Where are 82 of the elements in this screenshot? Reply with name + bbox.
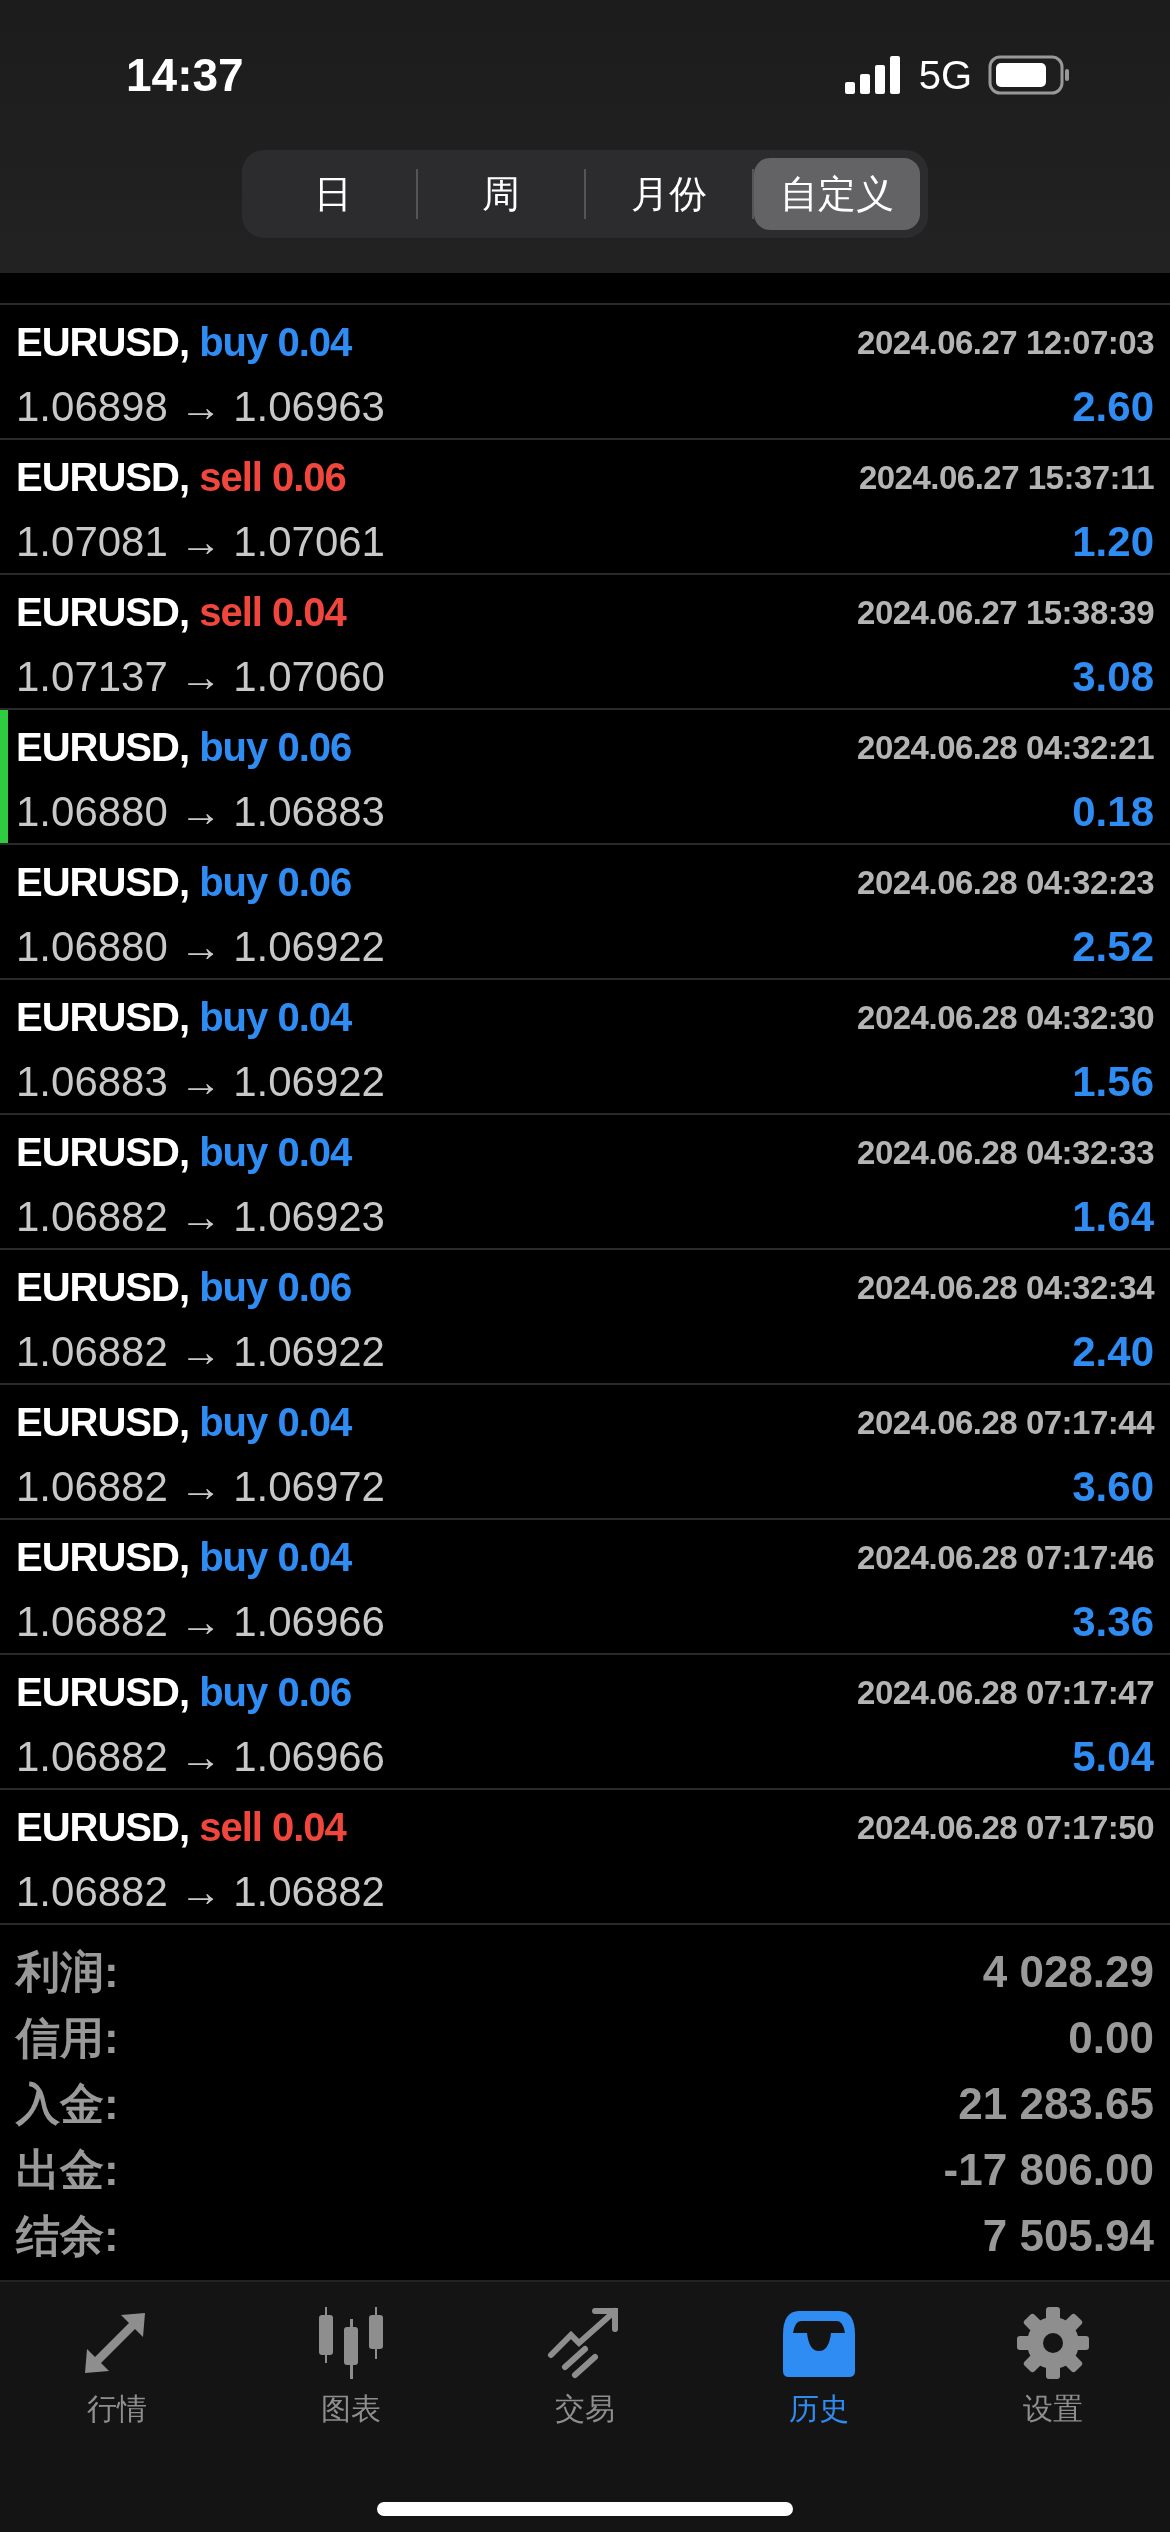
battery-icon (988, 55, 1070, 95)
deal-row[interactable]: EURUSD, sell 0.04 2024.06.28 07:17:50 1.06882 → 1.06882 (0, 1790, 1170, 1925)
summary-label: 结余: (16, 2209, 119, 2262)
tab-bar-item[interactable]: 历史 (702, 2282, 936, 2452)
deal-profit: 1.64 (1072, 1192, 1154, 1241)
deal-profit: 1.20 (1072, 517, 1154, 566)
tab-bar-item[interactable]: 设置 (936, 2282, 1170, 2452)
deal-time: 2024.06.28 07:17:46 (857, 1538, 1154, 1577)
deal-profit: 5.04 (1072, 1732, 1154, 1781)
deal-prices: 1.06882 → 1.06972 (16, 1462, 385, 1511)
network-label: 5G (918, 52, 972, 98)
deal-time: 2024.06.28 07:17:47 (857, 1673, 1154, 1712)
deal-time: 2024.06.28 04:32:23 (857, 863, 1154, 902)
deal-title: EURUSD, sell 0.04 (16, 1805, 346, 1850)
deal-time: 2024.06.28 04:32:21 (857, 728, 1154, 767)
status-time: 14:37 (126, 48, 244, 102)
deal-row[interactable]: EURUSD, sell 0.06 2024.06.27 15:37:11 1.07081 → 1.07061 1.20 (0, 440, 1170, 575)
deal-time: 2024.06.28 04:32:33 (857, 1133, 1154, 1172)
deal-row[interactable]: EURUSD, buy 0.06 2024.06.28 07:17:47 1.06882 → 1.06966 5.04 (0, 1655, 1170, 1790)
deal-row[interactable]: EURUSD, sell 0.04 2024.06.27 15:38:39 1.07137 → 1.07060 3.08 (0, 575, 1170, 710)
period-tab[interactable]: 自定义 (754, 158, 920, 230)
deal-title: EURUSD, buy 0.04 (16, 320, 352, 365)
deal-prices: 1.06882 → 1.06966 (16, 1732, 385, 1781)
deal-row[interactable]: EURUSD, buy 0.06 2024.06.28 04:32:21 1.06880 → 1.06883 0.18 (0, 710, 1170, 845)
summary-label: 出金: (16, 2143, 119, 2196)
deal-row[interactable]: EURUSD, buy 0.04 2024.06.27 12:07:03 1.06898 → 1.06963 2.60 (0, 305, 1170, 440)
deal-row[interactable]: EURUSD, buy 0.06 2024.06.28 04:32:34 1.06882 → 1.06922 2.40 (0, 1250, 1170, 1385)
tab-bar-item[interactable]: 图表 (234, 2282, 468, 2452)
deal-time: 2024.06.27 15:37:11 (858, 458, 1154, 497)
summary-label: 入金: (16, 2077, 119, 2130)
deal-row[interactable]: EURUSD, buy 0.04 2024.06.28 04:32:33 1.06882 → 1.06923 1.64 (0, 1115, 1170, 1250)
deal-prices: 1.07081 → 1.07061 (16, 517, 385, 566)
deal-title: EURUSD, buy 0.06 (16, 860, 352, 905)
summary-value: -17 806.00 (943, 2145, 1154, 2195)
deal-row[interactable]: EURUSD, buy 0.06 2024.06.28 04:32:23 1.06880 → 1.06922 2.52 (0, 845, 1170, 980)
deal-title: EURUSD, buy 0.06 (16, 725, 352, 770)
deal-time: 2024.06.27 12:07:03 (857, 323, 1154, 362)
summary-label: 信用: (16, 2011, 119, 2064)
deal-profit: 2.60 (1072, 382, 1154, 431)
deal-title: EURUSD, buy 0.06 (16, 1670, 352, 1715)
deal-prices: 1.06882 → 1.06966 (16, 1597, 385, 1646)
deal-profit: 3.60 (1072, 1462, 1154, 1511)
deal-time: 2024.06.28 04:32:30 (857, 998, 1154, 1037)
deal-time: 2024.06.27 15:38:39 (857, 593, 1154, 632)
period-tab[interactable]: 月份 (586, 158, 752, 230)
deal-prices: 1.06898 → 1.06963 (16, 382, 385, 431)
deal-title: EURUSD, buy 0.04 (16, 1400, 352, 1445)
summary-value: 7 505.94 (982, 2211, 1154, 2261)
deal-row[interactable]: EURUSD, buy 0.04 2024.06.28 07:17:46 1.06882 → 1.06966 3.36 (0, 1520, 1170, 1655)
deal-row[interactable]: EURUSD, buy 0.04 2024.06.28 07:17:44 1.06882 → 1.06972 3.60 (0, 1385, 1170, 1520)
deal-profit: 1.56 (1072, 1057, 1154, 1106)
deal-prices: 1.06880 → 1.06883 (16, 787, 385, 836)
deal-title: EURUSD, buy 0.04 (16, 1535, 352, 1580)
deal-time: 2024.06.28 07:17:50 (857, 1808, 1154, 1847)
deal-prices: 1.06880 → 1.06922 (16, 922, 385, 971)
deal-title: EURUSD, buy 0.06 (16, 1265, 352, 1310)
deal-prices: 1.06882 → 1.06923 (16, 1192, 385, 1241)
deal-time: 2024.06.28 07:17:44 (857, 1403, 1154, 1442)
deal-title: EURUSD, sell 0.06 (16, 455, 346, 500)
summary-value: 4 028.29 (982, 1947, 1154, 1997)
tab-bar-item[interactable]: 交易 (468, 2282, 702, 2452)
period-tab[interactable]: 日 (250, 158, 416, 230)
deal-prices: 1.06882 → 1.06882 (16, 1867, 385, 1916)
deal-profit: 2.40 (1072, 1327, 1154, 1376)
deal-prices: 1.06883 → 1.06922 (16, 1057, 385, 1106)
deal-prices: 1.07137 → 1.07060 (16, 652, 385, 701)
summary-value: 21 283.65 (958, 2079, 1154, 2129)
deal-title: EURUSD, buy 0.04 (16, 1130, 352, 1175)
deal-profit: 3.36 (1072, 1597, 1154, 1646)
deal-profit: 2.52 (1072, 922, 1154, 971)
summary-label: 利润: (16, 1945, 119, 1998)
tab-bar-item[interactable]: 行情 (0, 2282, 234, 2452)
deal-profit: 0.18 (1072, 787, 1154, 836)
summary-value: 0.00 (1068, 2013, 1154, 2063)
deal-row[interactable]: EURUSD, buy 0.04 2024.06.28 04:32:30 1.06883 → 1.06922 1.56 (0, 980, 1170, 1115)
signal-icon (844, 56, 903, 94)
deal-profit: 3.08 (1072, 652, 1154, 701)
deal-title: EURUSD, buy 0.04 (16, 995, 352, 1040)
deal-title: EURUSD, sell 0.04 (16, 590, 346, 635)
deal-time: 2024.06.28 04:32:34 (857, 1268, 1154, 1307)
deal-prices: 1.06882 → 1.06922 (16, 1327, 385, 1376)
period-tab[interactable]: 周 (418, 158, 584, 230)
